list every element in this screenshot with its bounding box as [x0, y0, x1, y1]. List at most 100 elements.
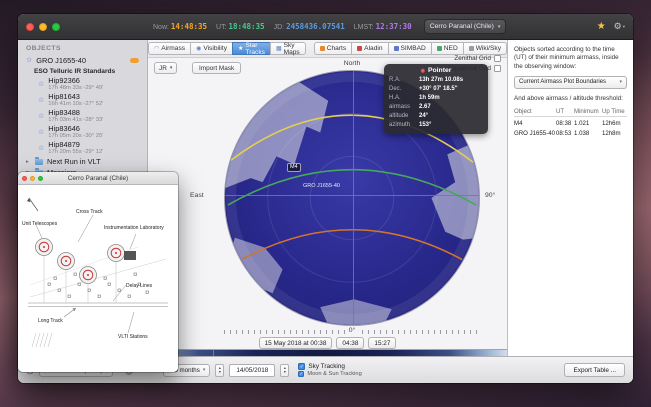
observatory-window-title: Cerro Paranal (Chile)	[18, 175, 178, 182]
chevron-down-icon: ▾	[170, 65, 173, 71]
pointer-crosshair-vertical	[353, 71, 354, 325]
pointer-icon: ◉	[421, 68, 425, 74]
star-icon: ☆	[38, 145, 44, 152]
zenithal-grid-checkbox[interactable]: Zenithal Grid	[454, 55, 501, 62]
star-icon: ☆	[26, 57, 32, 64]
date-stepper[interactable]: ▴▾	[280, 364, 289, 377]
now-clock: Now: 14:48:35	[153, 22, 207, 31]
zoom-button[interactable]	[52, 23, 60, 31]
observatory-popup[interactable]: Cerro Paranal (Chile)▾	[424, 19, 507, 34]
date-time-button[interactable]: 15 May 2018 at 00:38	[259, 337, 333, 349]
altitude-0-label: 0°	[346, 327, 359, 334]
airmass-table-panel: Objects sorted according to the time (UT…	[507, 40, 633, 356]
boundaries-popup[interactable]: Current Airmass Plot Boundaries▾	[514, 76, 627, 89]
sidebar-item-hip81643[interactable]: ☆ Hip8164316h 41m 10s -27° 52'	[18, 92, 147, 108]
tracking-options: ✓ Sky Tracking ✓ Moon & Sun Tracking	[298, 363, 361, 377]
altitude-circle-60	[310, 156, 393, 239]
table-row[interactable]: M4 08:38 1.021 12h6m	[514, 118, 627, 128]
vlt-platform-diagram: Unit Telescopes Cross Track Instrumentat…	[18, 185, 178, 372]
long-track-label: Long Track	[38, 318, 63, 324]
pointer-tooltip: ◉Pointer R.A.13h 27m 10.08s Dec.+30° 07'…	[384, 64, 488, 134]
star-icon: ☆	[38, 113, 44, 120]
tab-visibility[interactable]: ◉Visibility	[190, 42, 232, 55]
gro-marker-label[interactable]: GRO J1655-40	[303, 183, 340, 189]
delay-lines-label: Delay Lines	[126, 283, 153, 289]
chevron-down-icon: ▾	[203, 367, 206, 373]
titlebar[interactable]: Now: 14:48:35 UT: 18:48:35 JD: 2458436.0…	[18, 14, 633, 40]
tab-sky-maps[interactable]: ▦Sky Maps	[270, 42, 306, 55]
date-field[interactable]: 14/05/2018	[229, 364, 275, 377]
unit-telescope-icon	[80, 267, 97, 284]
tab-aladin[interactable]: Aladin	[351, 42, 387, 55]
checkbox-checked-icon: ✓	[298, 371, 304, 377]
sidebar-item-gro-j1655-40[interactable]: ☆ GRO J1655-40	[18, 55, 147, 66]
checkbox-icon	[494, 55, 501, 62]
objects-table-header: Object UT Minimum Up Time	[514, 108, 627, 117]
chevron-down-icon: ▾	[619, 79, 622, 85]
east-label: East	[190, 192, 204, 199]
simbad-icon	[394, 46, 399, 51]
night-start-button[interactable]: 04:38	[336, 337, 364, 349]
chevron-down-icon: ▾	[498, 24, 501, 30]
date-stepper[interactable]: ▴▾	[215, 364, 224, 377]
orange-track	[242, 230, 462, 260]
tab-simbad[interactable]: SIMBAD	[388, 42, 431, 55]
north-label: North	[344, 60, 361, 67]
pointer-crosshair-horizontal	[225, 195, 479, 196]
star-icon: ☆	[38, 129, 44, 136]
horizon-mask-nw	[225, 79, 328, 188]
star-icon: ☆	[38, 97, 44, 104]
m4-marker[interactable]: M4	[287, 163, 301, 172]
wikisky-icon	[469, 46, 474, 51]
observatory-window-titlebar[interactable]: Cerro Paranal (Chile)	[18, 172, 178, 185]
star-icon: ☆	[38, 81, 44, 88]
sidebar-item-hip92366[interactable]: ☆ Hip9236617h 48m 33s -29° 49'	[18, 76, 147, 92]
time-buttons: 15 May 2018 at 00:38 04:38 15:27	[148, 337, 507, 349]
tab-star-tracks[interactable]: ★Star Tracks	[232, 42, 270, 55]
charts-icon	[320, 46, 325, 51]
minimize-button[interactable]	[39, 23, 47, 31]
jd-clock: JD: 2458436.07541	[274, 22, 345, 31]
mask-popup[interactable]: JR▾	[154, 62, 177, 74]
settings-gear-icon[interactable]: ⚙▾	[614, 21, 625, 32]
current-time-marker	[213, 350, 214, 356]
night-end-button[interactable]: 15:27	[368, 337, 396, 349]
checkbox-icon	[494, 65, 501, 72]
star-tracks-panel: ◠Airmass ◉Visibility ★Star Tracks ▦Sky M…	[148, 40, 507, 356]
moon-sun-tracking-checkbox[interactable]: ✓ Moon & Sun Tracking	[298, 371, 361, 377]
close-button[interactable]	[26, 23, 34, 31]
disclosure-triangle-icon[interactable]: ▸	[26, 159, 31, 165]
export-table-button[interactable]: Export Table ...	[564, 363, 625, 377]
table-row[interactable]: GRO J1655-40 08:53 1.038 12h8m	[514, 128, 627, 138]
tab-airmass[interactable]: ◠Airmass	[148, 42, 190, 55]
vlt-diagram-svg: Unit Telescopes Cross Track Instrumentat…	[18, 185, 178, 372]
vlti-stations-label: VLTI Stations	[118, 334, 148, 340]
instrumentation-laboratory-label: Instrumentation Laboratory	[104, 225, 164, 231]
ut-clock: UT: 18:48:35	[216, 22, 265, 31]
objects-header: OBJECTS	[18, 40, 147, 55]
tab-ned[interactable]: NED	[431, 42, 463, 55]
favorites-star-icon[interactable]: ★	[597, 21, 606, 32]
sidebar-item-hip83646[interactable]: ☆ Hip8364617h 05m 20s -30° 25'	[18, 124, 147, 140]
sidebar-item-hip84879[interactable]: ☆ Hip8487917h 20m 55s -29° 12'	[18, 140, 147, 156]
sidebar-item-next-run-in-vlt[interactable]: ▸ Next Run in VLT	[18, 156, 147, 167]
aladin-icon	[357, 46, 362, 51]
unit-telescope-icon	[58, 253, 75, 270]
airmass-icon: ◠	[154, 46, 159, 52]
instrumentation-lab-icon	[124, 251, 136, 260]
unit-telescopes-label: Unit Telescopes	[22, 221, 58, 227]
sidebar-group-eso-telluric[interactable]: ESO Telluric IR Standards	[18, 66, 147, 76]
tab-charts[interactable]: Charts	[314, 42, 351, 55]
observatory-window[interactable]: Cerro Paranal (Chile)	[18, 172, 178, 372]
checkbox-checked-icon: ✓	[298, 363, 305, 370]
visibility-eye-icon: ◉	[196, 46, 201, 52]
threshold-description: And above airmass / altitude threshold:	[514, 95, 627, 103]
night-timeline[interactable]	[148, 349, 507, 356]
star-tracks-icon: ★	[238, 46, 243, 52]
sidebar-item-hip83488[interactable]: ☆ Hip8348817h 03m 41s -28° 33'	[18, 108, 147, 124]
sort-description: Objects sorted according to the time (UT…	[514, 46, 627, 71]
tab-wiki-sky[interactable]: Wiki/Sky	[463, 42, 507, 55]
folder-icon	[35, 159, 43, 165]
sky-tracking-checkbox[interactable]: ✓ Sky Tracking	[298, 363, 361, 370]
sky-maps-icon: ▦	[276, 46, 282, 52]
